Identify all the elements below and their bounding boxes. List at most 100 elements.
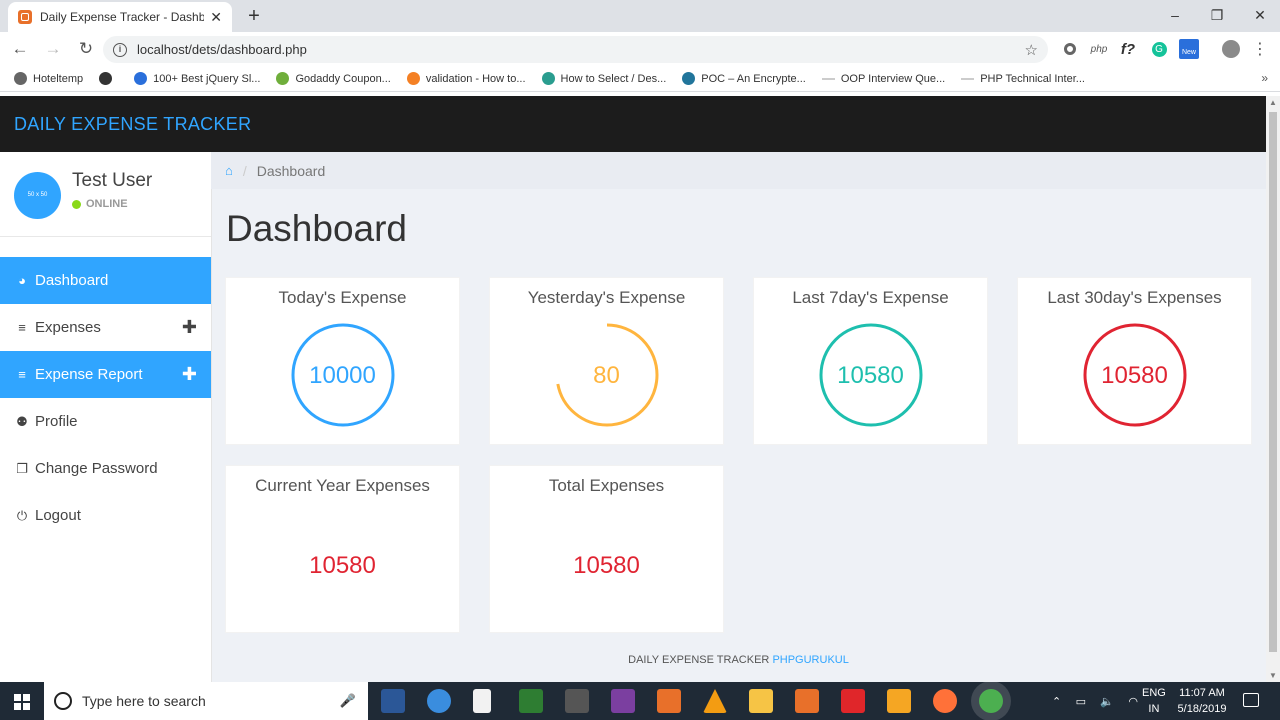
bookmark-item[interactable]: POC – An Encrypte... — [682, 72, 806, 85]
language-indicator[interactable]: ENG IN — [1142, 685, 1166, 717]
list-icon: ≡ — [18, 367, 26, 382]
folder-app-icon[interactable] — [749, 689, 773, 713]
bookmark-star-icon[interactable]: ☆ — [1025, 41, 1038, 59]
php-extension-icon[interactable]: php — [1088, 38, 1110, 60]
microphone-icon[interactable]: 🎤 — [340, 693, 356, 709]
dashboard-icon: ◕ — [18, 273, 26, 288]
expand-plus-icon[interactable]: ✚ — [182, 364, 197, 385]
news-extension-icon[interactable]: New — [1179, 39, 1199, 59]
battery-icon[interactable]: ▭ — [1076, 695, 1086, 708]
sidebar-item-change-password[interactable]: ❐ Change Password — [0, 445, 211, 492]
card-value: 10580 — [573, 552, 640, 579]
bookmarks-overflow-icon[interactable]: » — [1261, 71, 1268, 85]
breadcrumb-current: Dashboard — [256, 162, 326, 179]
bookmark-favicon-icon — [99, 72, 113, 85]
sidebar-item-dashboard[interactable]: ◕ Dashboard — [0, 257, 211, 304]
bookmark-item[interactable]: Hoteltemp — [14, 72, 83, 85]
expand-plus-icon[interactable]: ✚ — [182, 317, 197, 338]
footer-link[interactable]: PHPGURUKUL — [772, 654, 848, 666]
bookmark-item[interactable]: Godaddy Coupon... — [276, 72, 391, 85]
sidebar: 50 x 50 Test User ONLINE ◕ Dashboard ≡ E… — [0, 152, 211, 682]
brand-title[interactable]: DAILY EXPENSE TRACKER — [14, 114, 251, 134]
close-tab-icon[interactable]: ✕ — [210, 9, 222, 26]
minimize-button[interactable]: – — [1160, 4, 1190, 26]
card-title: Today's Expense — [278, 288, 407, 307]
notifications-icon[interactable] — [1243, 693, 1259, 707]
footer: DAILY EXPENSE TRACKER PHPGURUKUL — [211, 654, 1266, 666]
stat-card-last-7-days: Last 7day's Expense 10580 — [753, 277, 988, 445]
sidebar-item-expense-report[interactable]: ≡ Expense Report ✚ — [0, 351, 211, 398]
sidebar-item-profile[interactable]: ⚉ Profile — [0, 398, 211, 445]
site-favicon-icon — [18, 10, 32, 24]
home-icon[interactable]: ⌂ — [225, 163, 233, 178]
bookmark-item[interactable]: PHP Technical Inter... — [961, 73, 1085, 85]
file-app-icon[interactable] — [473, 689, 491, 713]
app-viewport: DAILY EXPENSE TRACKER 50 x 50 Test User … — [0, 96, 1266, 682]
scroll-down-icon[interactable]: ▼ — [1269, 671, 1277, 680]
sublime-app-icon[interactable] — [887, 689, 911, 713]
maximize-button[interactable]: ❐ — [1202, 4, 1232, 26]
new-tab-button[interactable]: + — [244, 4, 264, 28]
sheets-app-icon[interactable] — [519, 689, 543, 713]
grammarly-icon[interactable]: G — [1151, 41, 1167, 57]
bookmark-favicon-icon — [406, 72, 420, 85]
app-header: DAILY EXPENSE TRACKER — [0, 96, 1266, 152]
sidebar-item-label: Change Password — [35, 460, 158, 477]
address-bar[interactable]: i localhost/dets/dashboard.php ☆ — [103, 36, 1048, 63]
forward-icon[interactable]: → — [40, 36, 66, 62]
page-scrollbar[interactable]: ▲ ▼ — [1266, 96, 1280, 682]
volume-icon[interactable]: 🔈 — [1100, 695, 1114, 708]
start-button[interactable] — [0, 682, 44, 720]
tray-chevron-icon[interactable]: ⌃ — [1052, 695, 1061, 708]
scrollbar-thumb[interactable] — [1269, 112, 1277, 652]
footer-text: DAILY EXPENSE TRACKER — [628, 654, 770, 666]
bookmark-item[interactable]: How to Select / Des... — [541, 72, 666, 85]
menu-kebab-icon[interactable]: ⋮ — [1252, 38, 1268, 60]
vscode-app-icon[interactable] — [381, 689, 405, 713]
scroll-up-icon[interactable]: ▲ — [1269, 98, 1277, 107]
sidebar-item-logout[interactable]: ⏻ Logout — [0, 492, 211, 539]
stat-card-yesterday: Yesterday's Expense 80 — [489, 277, 724, 445]
vlc-app-icon[interactable] — [703, 689, 727, 713]
bookmark-favicon-icon — [541, 72, 555, 85]
sidebar-item-expenses[interactable]: ≡ Expenses ✚ — [0, 304, 211, 351]
wifi-icon[interactable]: ◠ — [1128, 695, 1138, 708]
xampp-control-app-icon[interactable] — [795, 689, 819, 713]
function-extension-icon[interactable]: f? — [1118, 38, 1138, 60]
bookmark-item[interactable]: 100+ Best jQuery Sl... — [134, 72, 260, 85]
reload-icon[interactable]: ↻ — [73, 36, 99, 62]
bookmark-item[interactable]: OOP Interview Que... — [821, 73, 945, 85]
network-app-icon[interactable] — [427, 689, 451, 713]
sidebar-item-label: Expense Report — [35, 366, 143, 383]
profile-avatar-icon[interactable] — [1222, 40, 1240, 58]
windows-taskbar: Type here to search 🎤 ⌃ ▭ 🔈 ◠ ENG IN 11:… — [0, 682, 1280, 720]
breadcrumb: ⌂ / Dashboard — [211, 152, 1266, 189]
taskbar-clock[interactable]: 11:07 AM 5/18/2019 — [1172, 685, 1232, 717]
tools-app-icon[interactable] — [565, 689, 589, 713]
bookmark-favicon-icon — [821, 77, 835, 80]
search-placeholder: Type here to search — [82, 693, 206, 709]
paint-app-icon[interactable] — [611, 689, 635, 713]
stat-card-total: Total Expenses 10580 — [489, 465, 724, 633]
bookmark-item[interactable] — [99, 72, 118, 85]
card-value: 10000 — [309, 362, 376, 389]
card-title: Current Year Expenses — [255, 476, 430, 495]
power-icon: ⏻ — [16, 507, 28, 523]
xampp-app-icon[interactable] — [657, 689, 681, 713]
browser-tab[interactable]: Daily Expense Tracker - Dashboa ✕ — [8, 2, 232, 32]
firefox-app-icon[interactable] — [933, 689, 957, 713]
anydesk-app-icon[interactable] — [841, 689, 865, 713]
chrome-app-icon[interactable] — [979, 689, 1003, 713]
sidebar-item-label: Expenses — [35, 319, 101, 336]
tab-title: Daily Expense Tracker - Dashboa — [40, 10, 205, 24]
taskbar-search-box[interactable]: Type here to search 🎤 — [44, 682, 368, 720]
extension-circle-icon[interactable] — [1064, 43, 1076, 55]
back-icon[interactable]: ← — [7, 36, 33, 62]
stat-card-current-year: Current Year Expenses 10580 — [225, 465, 460, 633]
user-profile-panel: 50 x 50 Test User ONLINE — [0, 152, 211, 237]
cortana-icon[interactable] — [54, 692, 72, 710]
stat-card-last-30-days: Last 30day's Expenses 10580 — [1017, 277, 1252, 445]
close-window-button[interactable]: ✕ — [1245, 4, 1275, 26]
bookmark-item[interactable]: validation - How to... — [406, 72, 526, 85]
info-icon[interactable]: i — [113, 42, 127, 57]
